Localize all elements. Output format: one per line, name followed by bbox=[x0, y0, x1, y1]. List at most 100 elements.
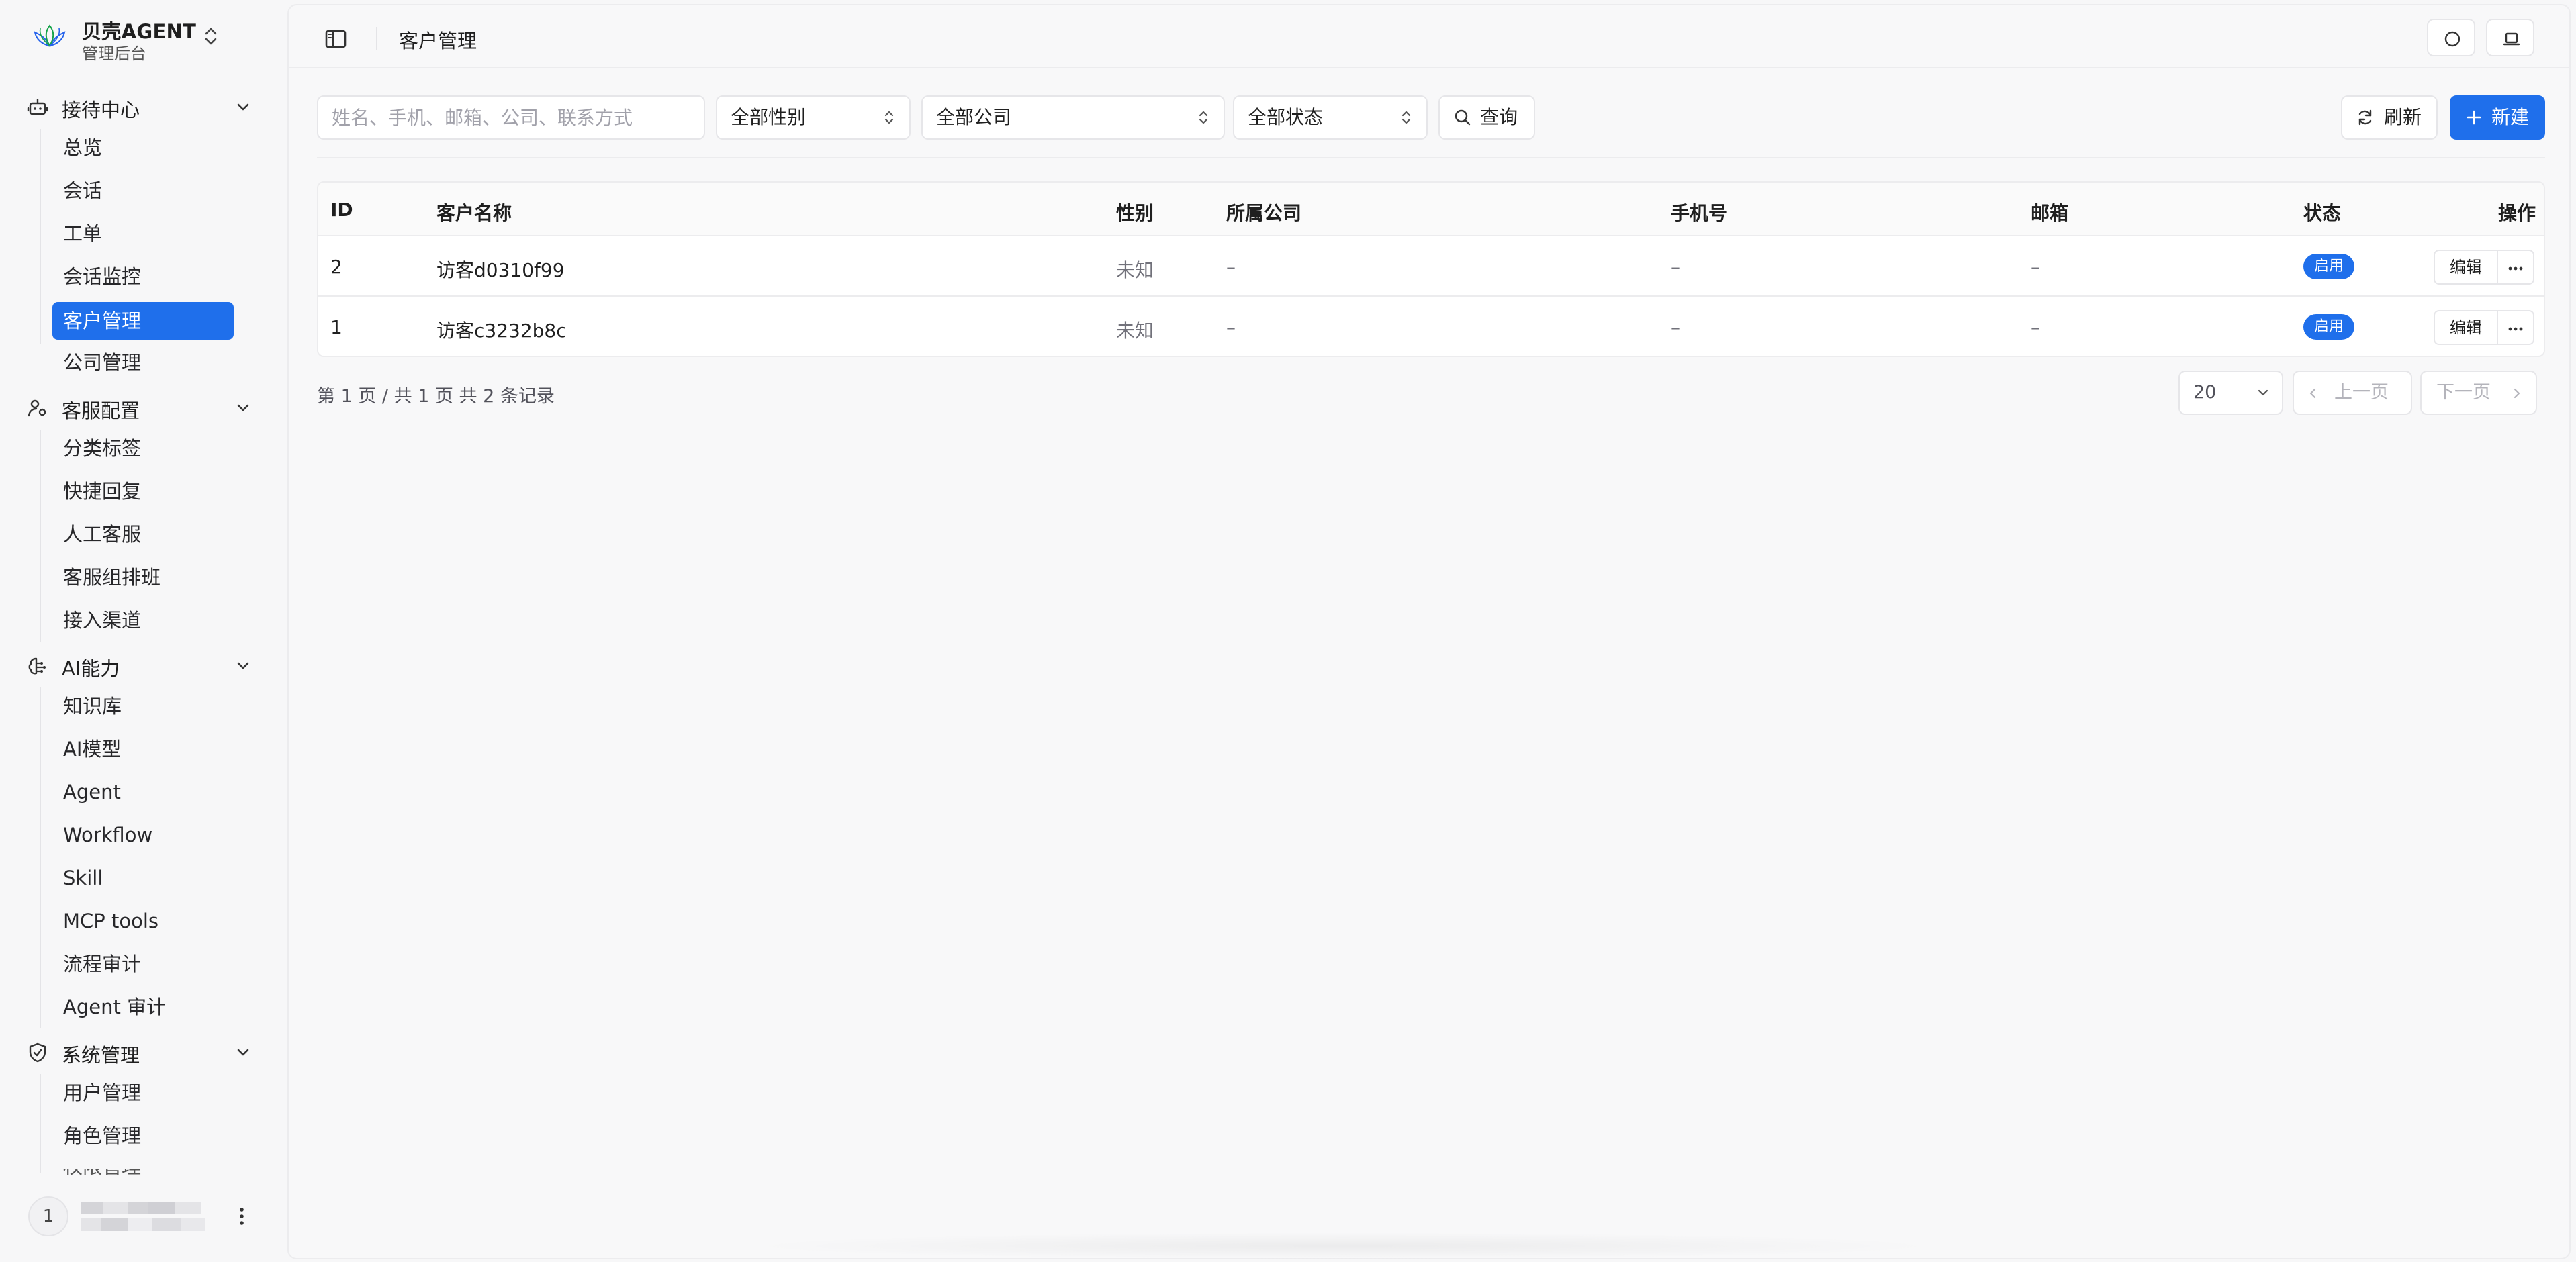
status-badge: 启用 bbox=[2303, 254, 2355, 279]
user-settings-icon bbox=[28, 399, 46, 417]
sidebar-item-permissions[interactable]: 权限管理 bbox=[52, 1169, 234, 1185]
cell-phone: – bbox=[1671, 316, 1680, 338]
more-horizontal-icon bbox=[2508, 327, 2523, 331]
table-row[interactable]: 1 访客c3232b8c 未知 – – – 启用 编辑 bbox=[318, 297, 2544, 356]
nav-group-reception[interactable]: 接待中心 bbox=[27, 86, 262, 126]
sidebar-item-ai-models[interactable]: AI模型 bbox=[52, 730, 234, 768]
column-header-email: 邮箱 bbox=[2031, 202, 2069, 224]
nav-group-service-config[interactable]: 客服配置 bbox=[27, 387, 262, 427]
brand-subtitle: 管理后台 bbox=[82, 44, 146, 63]
sidebar-item-skill[interactable]: Skill bbox=[52, 859, 234, 897]
theme-toggle-button[interactable] bbox=[2427, 19, 2475, 56]
customer-table: ID 客户名称 性别 所属公司 手机号 邮箱 状态 操作 2 访客d0310f9… bbox=[317, 181, 2545, 357]
column-header-id: ID bbox=[330, 199, 353, 221]
brain-icon bbox=[28, 657, 46, 675]
chevrons-up-down-icon bbox=[1401, 111, 1411, 124]
nav-group-label: 客服配置 bbox=[62, 399, 140, 422]
user-profile[interactable]: 1 bbox=[28, 1192, 263, 1241]
refresh-button-label: 刷新 bbox=[2384, 106, 2422, 128]
pagination-info: 第 1 页 / 共 1 页 共 2 条记录 bbox=[317, 386, 555, 407]
sidebar-item-tickets[interactable]: 工单 bbox=[52, 215, 234, 252]
nav-rail bbox=[40, 129, 41, 344]
next-page-button[interactable]: 下一页 bbox=[2420, 371, 2537, 415]
chevron-right-icon bbox=[2514, 388, 2520, 399]
sidebar-item-knowledge-base[interactable]: 知识库 bbox=[52, 687, 234, 725]
edit-button[interactable]: 编辑 bbox=[2434, 250, 2498, 285]
laptop-icon bbox=[2503, 32, 2520, 46]
sidebar-item-roles[interactable]: 角色管理 bbox=[52, 1117, 234, 1155]
sidebar-item-customers[interactable]: 客户管理 bbox=[52, 302, 234, 340]
chevron-down-icon[interactable] bbox=[232, 97, 254, 118]
filter-bar: 全部性别 全部公司 全部状态 查询 刷新 新建 bbox=[317, 95, 2545, 140]
nav-group-system[interactable]: 系统管理 bbox=[27, 1031, 262, 1071]
avatar: 1 bbox=[28, 1196, 68, 1236]
sidebar-item-scheduling[interactable]: 客服组排班 bbox=[52, 559, 234, 596]
sidebar-item-flow-audit[interactable]: 流程审计 bbox=[52, 945, 234, 983]
sidebar-item-companies[interactable]: 公司管理 bbox=[52, 344, 234, 381]
sidebar-item-session-monitor[interactable]: 会话监控 bbox=[52, 258, 234, 295]
sidebar-item-sessions[interactable]: 会话 bbox=[52, 172, 234, 209]
chevron-down-icon[interactable] bbox=[232, 1042, 254, 1063]
edit-button[interactable]: 编辑 bbox=[2434, 310, 2498, 345]
refresh-button[interactable]: 刷新 bbox=[2341, 95, 2438, 140]
status-select[interactable]: 全部状态 bbox=[1233, 95, 1428, 140]
divider bbox=[317, 157, 2545, 158]
nav-group-label: 系统管理 bbox=[62, 1044, 140, 1067]
column-header-name: 客户名称 bbox=[436, 202, 512, 224]
sidebar-item-tags[interactable]: 分类标签 bbox=[52, 430, 234, 467]
search-input[interactable] bbox=[317, 95, 705, 140]
column-header-phone: 手机号 bbox=[1671, 202, 1728, 224]
cell-name: 访客c3232b8c bbox=[436, 320, 567, 342]
shield-check-icon bbox=[29, 1042, 46, 1063]
column-header-status: 状态 bbox=[2303, 202, 2342, 224]
sidebar-item-agent[interactable]: Agent bbox=[52, 773, 234, 811]
chevron-down-icon[interactable] bbox=[232, 655, 254, 677]
sidebar: 贝壳AGENT 管理后台 接待中心 总览 会话 工单 会话监控 客户管理 公司管… bbox=[0, 0, 287, 1262]
query-button-label: 查询 bbox=[1480, 106, 1518, 128]
column-header-company: 所属公司 bbox=[1226, 202, 1302, 224]
sidebar-item-channels[interactable]: 接入渠道 bbox=[52, 601, 234, 639]
chevron-left-icon bbox=[2309, 388, 2316, 399]
chevrons-up-down-icon bbox=[884, 111, 894, 124]
device-button[interactable] bbox=[2486, 19, 2534, 56]
plus-icon bbox=[2467, 110, 2481, 125]
nav-group-ai[interactable]: AI能力 bbox=[27, 644, 262, 685]
prev-page-button[interactable]: 上一页 bbox=[2293, 371, 2412, 415]
nav-rail bbox=[40, 687, 41, 1028]
sidebar-item-workflow[interactable]: Workflow bbox=[52, 816, 234, 854]
status-badge: 启用 bbox=[2303, 314, 2355, 340]
sidebar-item-agents[interactable]: 人工客服 bbox=[52, 516, 234, 553]
new-button-label: 新建 bbox=[2491, 106, 2530, 128]
sidebar-item-agent-audit[interactable]: Agent 审计 bbox=[52, 988, 234, 1026]
sidebar-item-overview[interactable]: 总览 bbox=[52, 129, 234, 166]
sidebar-item-quick-reply[interactable]: 快捷回复 bbox=[52, 473, 234, 510]
circle-icon bbox=[2444, 31, 2460, 47]
company-select-value: 全部公司 bbox=[936, 106, 1012, 128]
row-more-button[interactable] bbox=[2497, 250, 2534, 285]
gender-select[interactable]: 全部性别 bbox=[716, 95, 911, 140]
chevron-down-icon[interactable] bbox=[232, 397, 254, 419]
nav-group-label: 接待中心 bbox=[62, 99, 140, 122]
page-size-select[interactable]: 20 bbox=[2178, 371, 2283, 415]
sidebar-toggle-icon[interactable] bbox=[322, 26, 349, 52]
sidebar-item-mcp-tools[interactable]: MCP tools bbox=[52, 902, 234, 940]
refresh-icon bbox=[2358, 109, 2372, 126]
brand-switcher[interactable]: 贝壳AGENT 管理后台 bbox=[32, 13, 220, 64]
company-select[interactable]: 全部公司 bbox=[921, 95, 1225, 140]
cell-gender: 未知 bbox=[1116, 320, 1154, 342]
cell-name: 访客d0310f99 bbox=[436, 259, 565, 281]
new-button[interactable]: 新建 bbox=[2450, 95, 2545, 140]
top-bar: 客户管理 bbox=[289, 5, 2569, 68]
chevron-down-icon bbox=[2258, 389, 2268, 396]
row-more-button[interactable] bbox=[2497, 310, 2534, 345]
table-row[interactable]: 2 访客d0310f99 未知 – – – 启用 编辑 bbox=[318, 236, 2544, 297]
column-header-actions: 操作 bbox=[2498, 202, 2536, 224]
more-vertical-icon[interactable] bbox=[230, 1204, 254, 1228]
sidebar-item-users[interactable]: 用户管理 bbox=[52, 1074, 234, 1112]
chevrons-up-down-icon[interactable] bbox=[197, 23, 224, 50]
more-horizontal-icon bbox=[2508, 266, 2523, 271]
query-button[interactable]: 查询 bbox=[1438, 95, 1535, 140]
breadcrumb-divider bbox=[376, 27, 377, 50]
cell-email: – bbox=[2031, 316, 2040, 338]
page-size-value: 20 bbox=[2193, 382, 2217, 403]
